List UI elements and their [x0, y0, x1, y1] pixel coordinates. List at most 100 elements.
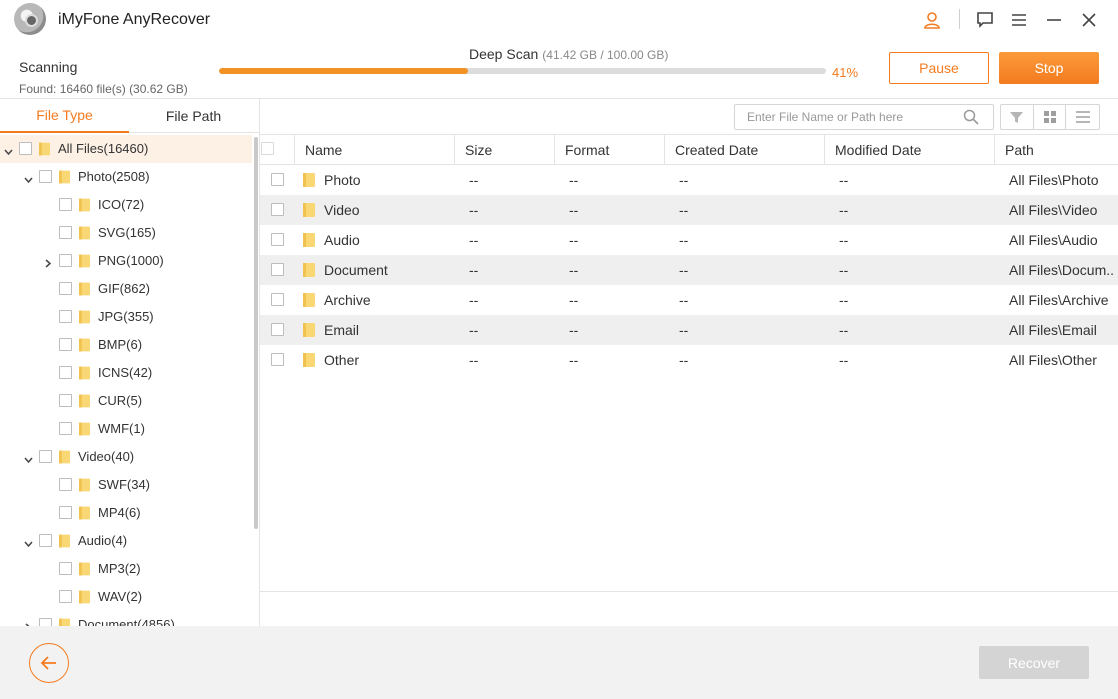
tree-item[interactable]: JPG(355): [0, 303, 252, 331]
tree-item-checkbox[interactable]: [59, 310, 72, 323]
row-checkbox[interactable]: [271, 173, 284, 186]
folder-icon: [79, 506, 90, 520]
tree-item-checkbox[interactable]: [59, 394, 72, 407]
scan-progress-fill: [219, 68, 468, 74]
tree-item[interactable]: SWF(34): [0, 471, 252, 499]
titlebar-divider: [959, 9, 960, 29]
row-checkbox[interactable]: [271, 203, 284, 216]
select-all-checkbox[interactable]: [261, 142, 274, 155]
tree-item[interactable]: All Files(16460): [0, 135, 252, 163]
cell-name: Video: [324, 202, 360, 218]
minimize-icon[interactable]: [1042, 8, 1066, 32]
tree-item[interactable]: CUR(5): [0, 387, 252, 415]
row-checkbox[interactable]: [271, 323, 284, 336]
folder-icon: [59, 534, 70, 548]
tree-item-checkbox[interactable]: [59, 506, 72, 519]
tree-item[interactable]: Video(40): [0, 443, 252, 471]
tree-item[interactable]: Photo(2508): [0, 163, 252, 191]
tree-item[interactable]: MP4(6): [0, 499, 252, 527]
tree-item[interactable]: Audio(4): [0, 527, 252, 555]
folder-icon: [79, 198, 90, 212]
tree-item-checkbox[interactable]: [59, 366, 72, 379]
row-checkbox[interactable]: [271, 353, 284, 366]
search-input[interactable]: [735, 105, 960, 129]
account-icon[interactable]: [920, 8, 944, 32]
menu-icon[interactable]: [1007, 8, 1031, 32]
column-size[interactable]: Size: [454, 135, 554, 164]
tree-item-checkbox[interactable]: [59, 254, 72, 267]
tree-item-checkbox[interactable]: [59, 338, 72, 351]
search-icon[interactable]: [963, 109, 979, 125]
table-row[interactable]: Email -- -- -- -- All Files\Email: [260, 315, 1118, 345]
tree-item-label: Photo(2508): [78, 169, 150, 184]
tree-item-checkbox[interactable]: [59, 562, 72, 575]
tree-item[interactable]: WAV(2): [0, 583, 252, 611]
tree-item[interactable]: Document(4856): [0, 611, 252, 626]
table-row[interactable]: Photo -- -- -- -- All Files\Photo: [260, 165, 1118, 195]
scan-mode-text: Deep Scan: [469, 46, 539, 62]
column-name[interactable]: Name: [294, 135, 454, 164]
title-bar: iMyFone AnyRecover: [0, 0, 1118, 40]
tree-item[interactable]: GIF(862): [0, 275, 252, 303]
close-icon[interactable]: [1077, 8, 1101, 32]
feedback-icon[interactable]: [973, 8, 997, 32]
tree-item[interactable]: PNG(1000): [0, 247, 252, 275]
found-count-text: Found: 16460 file(s) (30.62 GB): [19, 82, 188, 96]
scan-status-text: Scanning: [19, 59, 78, 75]
filter-icon[interactable]: [1001, 105, 1034, 129]
tree-item-checkbox[interactable]: [59, 478, 72, 491]
table-row[interactable]: Document -- -- -- -- All Files\Docum...: [260, 255, 1118, 285]
tree-item[interactable]: ICNS(42): [0, 359, 252, 387]
back-button[interactable]: [29, 643, 69, 683]
pause-button[interactable]: Pause: [889, 52, 989, 84]
cell-size: --: [469, 232, 479, 248]
tab-file-path[interactable]: File Path: [129, 99, 258, 133]
grid-view-icon[interactable]: [1034, 105, 1067, 129]
chevron-down-icon[interactable]: [24, 452, 33, 464]
tree-item-checkbox[interactable]: [59, 282, 72, 295]
tree-item[interactable]: ICO(72): [0, 191, 252, 219]
row-checkbox[interactable]: [271, 233, 284, 246]
folder-icon: [79, 394, 90, 408]
column-format[interactable]: Format: [554, 135, 664, 164]
cell-modified-date: --: [839, 172, 849, 188]
recover-button[interactable]: Recover: [979, 646, 1089, 679]
table-row[interactable]: Audio -- -- -- -- All Files\Audio: [260, 225, 1118, 255]
list-view-icon[interactable]: [1066, 105, 1099, 129]
table-row[interactable]: Archive -- -- -- -- All Files\Archive: [260, 285, 1118, 315]
chevron-right-icon[interactable]: [44, 256, 52, 268]
cell-created-date: --: [679, 292, 689, 308]
stop-button[interactable]: Stop: [999, 52, 1099, 84]
chevron-down-icon[interactable]: [24, 536, 33, 548]
table-row[interactable]: Video -- -- -- -- All Files\Video: [260, 195, 1118, 225]
tree-item-checkbox[interactable]: [59, 226, 72, 239]
tree-item-checkbox[interactable]: [59, 590, 72, 603]
row-checkbox[interactable]: [271, 263, 284, 276]
cell-path: All Files\Docum...: [1009, 262, 1115, 278]
column-path[interactable]: Path: [994, 135, 1118, 164]
tree-item-checkbox[interactable]: [19, 142, 32, 155]
tree-item-checkbox[interactable]: [39, 170, 52, 183]
row-checkbox[interactable]: [271, 293, 284, 306]
tree-item-label: Audio(4): [78, 533, 128, 548]
tree-item-checkbox[interactable]: [39, 618, 52, 626]
tree-scrollbar[interactable]: [254, 137, 258, 529]
tree-item[interactable]: WMF(1): [0, 415, 252, 443]
column-modified-date[interactable]: Modified Date: [824, 135, 994, 164]
tree-item[interactable]: SVG(165): [0, 219, 252, 247]
tree-item-label: SVG(165): [98, 225, 156, 240]
column-created-date[interactable]: Created Date: [664, 135, 824, 164]
tree-item-checkbox[interactable]: [59, 198, 72, 211]
cell-path: All Files\Video: [1009, 202, 1098, 218]
cell-name: Other: [324, 352, 360, 368]
tree-item-checkbox[interactable]: [59, 422, 72, 435]
chevron-down-icon[interactable]: [24, 172, 33, 184]
tree-item[interactable]: BMP(6): [0, 331, 252, 359]
tree-item-checkbox[interactable]: [39, 450, 52, 463]
chevron-down-icon[interactable]: [4, 144, 13, 156]
tree-item-checkbox[interactable]: [39, 534, 52, 547]
table-row[interactable]: Other -- -- -- -- All Files\Other: [260, 345, 1118, 375]
tab-file-type[interactable]: File Type: [0, 99, 129, 133]
cell-format: --: [569, 292, 579, 308]
tree-item[interactable]: MP3(2): [0, 555, 252, 583]
